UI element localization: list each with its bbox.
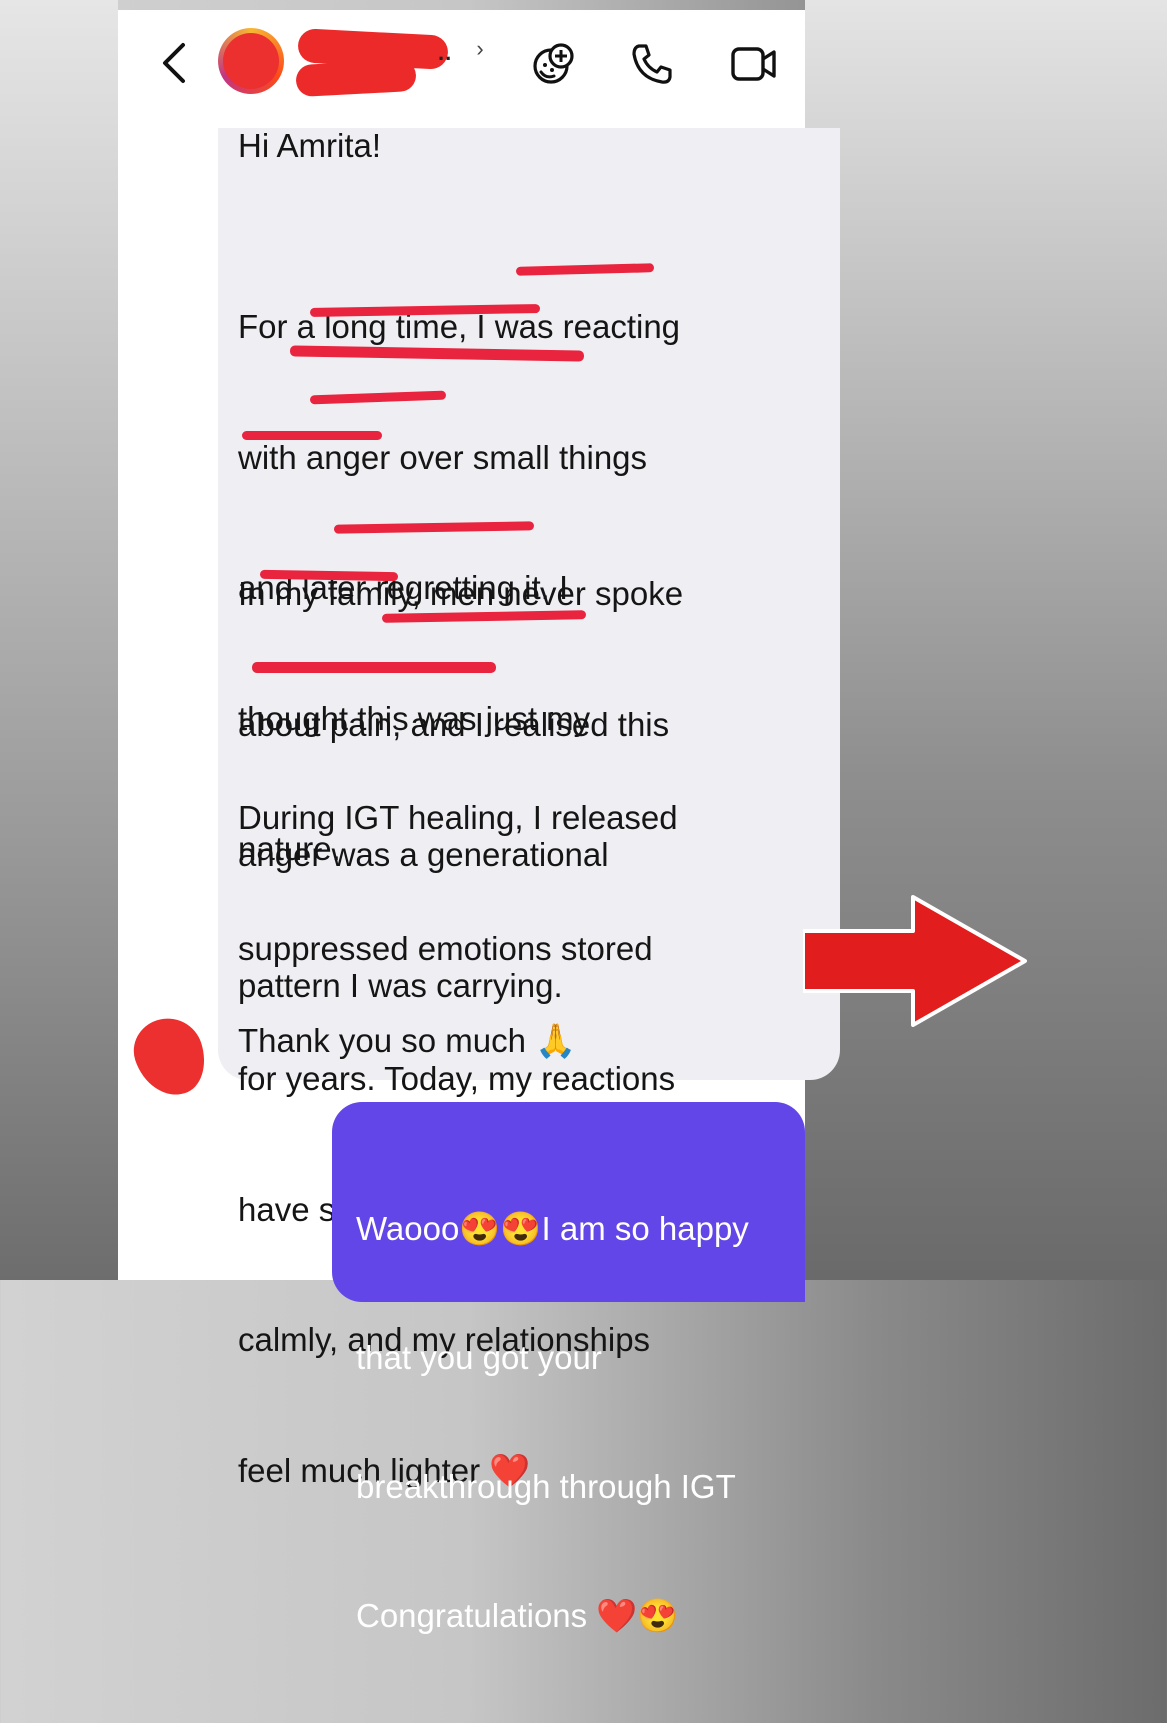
chat-screen: .. › Hi Amrita! For a long time, I was r… [118,10,840,1634]
chevron-right-icon[interactable]: › [468,34,492,64]
message-greeting: Hi Amrita! [238,127,382,164]
sender-avatar-redaction [125,1009,215,1105]
highlight-underline [242,431,382,440]
avatar-redaction [223,33,279,89]
message-line: During IGT healing, I released [238,799,678,836]
background-right [805,0,1167,1280]
chat-header: .. › [118,10,805,128]
video-call-icon[interactable] [722,36,786,92]
contact-avatar[interactable] [218,28,284,94]
highlight-underline [252,662,496,673]
back-icon[interactable] [154,38,194,88]
message-line: that you got your [356,1339,602,1376]
message-line: breakthrough through IGT [356,1468,736,1505]
message-line: Congratulations ❤️😍 [356,1597,679,1634]
message-closing: Thank you so much 🙏 [238,1022,577,1059]
red-arrow-icon [803,895,1027,1027]
outgoing-message-text: Waooo😍😍I am so happy that you got your b… [356,1121,749,1723]
name-redaction-bottom [295,58,417,98]
name-overflow: .. [438,40,453,65]
message-line: for years. Today, my reactions [238,1060,676,1097]
sticker-icon[interactable] [526,36,582,92]
background-left [0,0,118,1280]
message-line: suppressed emotions stored [238,929,653,967]
message-line: Waooo😍😍I am so happy [356,1210,749,1247]
phone-call-icon[interactable] [624,36,680,92]
message-line: with anger over small things [238,438,648,476]
